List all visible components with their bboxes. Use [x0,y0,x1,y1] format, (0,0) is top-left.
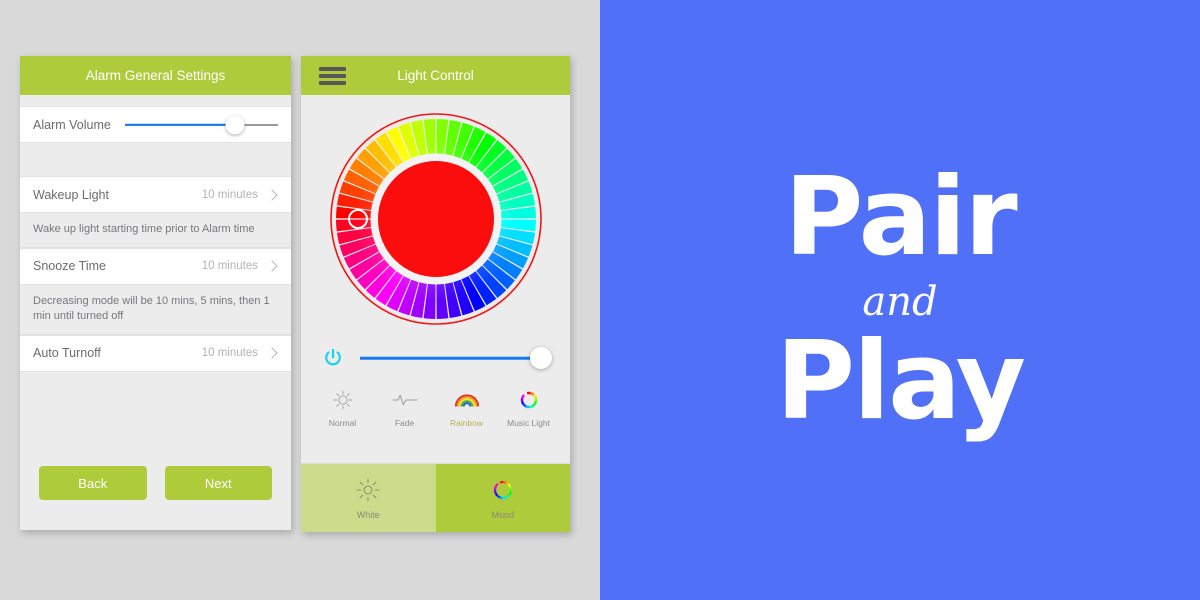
bottom-tabs: White Mood [301,463,570,532]
row-auto-turnoff[interactable]: Auto Turnoff 10 minutes [20,334,291,372]
tab-label-mood: Mood [491,510,514,520]
mode-fade[interactable]: Fade [376,389,434,428]
hamburger-bar [319,73,346,78]
row-alarm-volume[interactable]: Alarm Volume [20,106,291,143]
slider-handle[interactable] [225,115,245,134]
brightness-handle[interactable] [529,347,552,369]
settings-list: Alarm Volume Wakeup Light 10 minutes Wak… [20,95,291,530]
waveform-icon [391,389,418,411]
color-ring-icon [491,476,515,504]
ring-segment [494,483,499,488]
mode-label-normal: Normal [328,418,357,428]
light-control-panel: Light Control Normal Fade Rainbow Music … [301,56,570,532]
brightness-track [359,356,550,360]
row-value-auto-turnoff: 10 minutes [201,347,258,360]
row-label-auto-turnoff: Auto Turnoff [33,346,101,361]
footer-buttons: Back Next [20,466,291,530]
list-gap-1 [20,143,291,176]
row-label-alarm-volume: Alarm Volume [33,117,111,132]
row-value-wakeup-light: 10 minutes [201,188,258,201]
ring-segment [533,396,537,401]
tab-label-white: White [356,510,380,520]
row-snooze-time[interactable]: Snooze Time 10 minutes [20,247,291,285]
sun-rays-icon [356,476,380,504]
alarm-settings-panel: Alarm General Settings Alarm Volume Wake… [20,56,291,530]
chevron-right-icon [266,347,278,359]
light-control-header: Light Control [301,56,570,95]
ring-segment [533,400,537,405]
screenshot-root: Alarm General Settings Alarm Volume Wake… [0,0,1200,600]
note-wakeup-light: Wake up light starting time prior to Ala… [20,213,291,248]
color-wheel-handle[interactable] [347,209,368,229]
power-icon[interactable] [322,347,344,369]
row-value-snooze-time: 10 minutes [201,260,258,273]
color-wheel[interactable] [328,111,544,327]
chevron-right-icon [266,188,278,201]
row-label-snooze-time: Snooze Time [33,259,106,274]
promo-line-pair: Pair [784,155,1017,280]
ring-segment [521,403,527,408]
mode-normal[interactable]: Normal [314,389,372,428]
promo-line-and: and [862,279,938,325]
alarm-volume-slider[interactable] [124,115,278,135]
ring-segment [520,394,525,399]
mode-label-rainbow: Rainbow [449,418,484,428]
tab-mood[interactable]: Mood [435,464,570,532]
sun-icon [333,389,353,411]
ring-segment [525,405,529,409]
alarm-settings-header: Alarm General Settings [20,56,291,95]
mode-label-music-light: Music Light [507,418,550,428]
ring-segment [528,404,533,409]
slider-track-active [124,123,236,126]
chevron-right-icon [266,260,278,273]
note-snooze-time: Decreasing mode will be 10 mins, 5 mins,… [20,284,291,335]
hamburger-icon[interactable] [319,66,346,85]
mode-list: Normal Fade Rainbow Music Light [312,389,560,428]
color-ring-icon [519,389,539,411]
row-wakeup-light[interactable]: Wakeup Light 10 minutes [20,176,291,213]
rainbow-icon [454,389,480,411]
mode-music-light[interactable]: Music Light [500,389,558,428]
next-button[interactable]: Next [164,466,272,500]
list-gap-top [20,95,291,106]
brightness-control [322,341,552,375]
hamburger-bar [319,80,346,85]
tab-white[interactable]: White [301,464,436,532]
selected-color-swatch [377,161,494,277]
mode-label-fade: Fade [394,418,415,428]
back-button[interactable]: Back [39,466,147,500]
page-title: Alarm General Settings [85,68,226,83]
ring-segment [520,400,524,406]
ring-segment [531,403,536,408]
ring-segment [532,393,537,398]
page-title: Light Control [397,68,474,83]
row-label-wakeup-light: Wakeup Light [33,187,109,202]
list-filler [20,371,291,466]
promo-panel: Pair and Play [600,0,1200,600]
light-control-body: Normal Fade Rainbow Music Light White Mo… [301,95,570,532]
mode-rainbow[interactable]: Rainbow [438,389,496,428]
hamburger-bar [319,66,346,71]
brightness-slider[interactable] [359,346,552,370]
ring-segment [529,391,534,396]
promo-line-play: Play [775,319,1026,444]
